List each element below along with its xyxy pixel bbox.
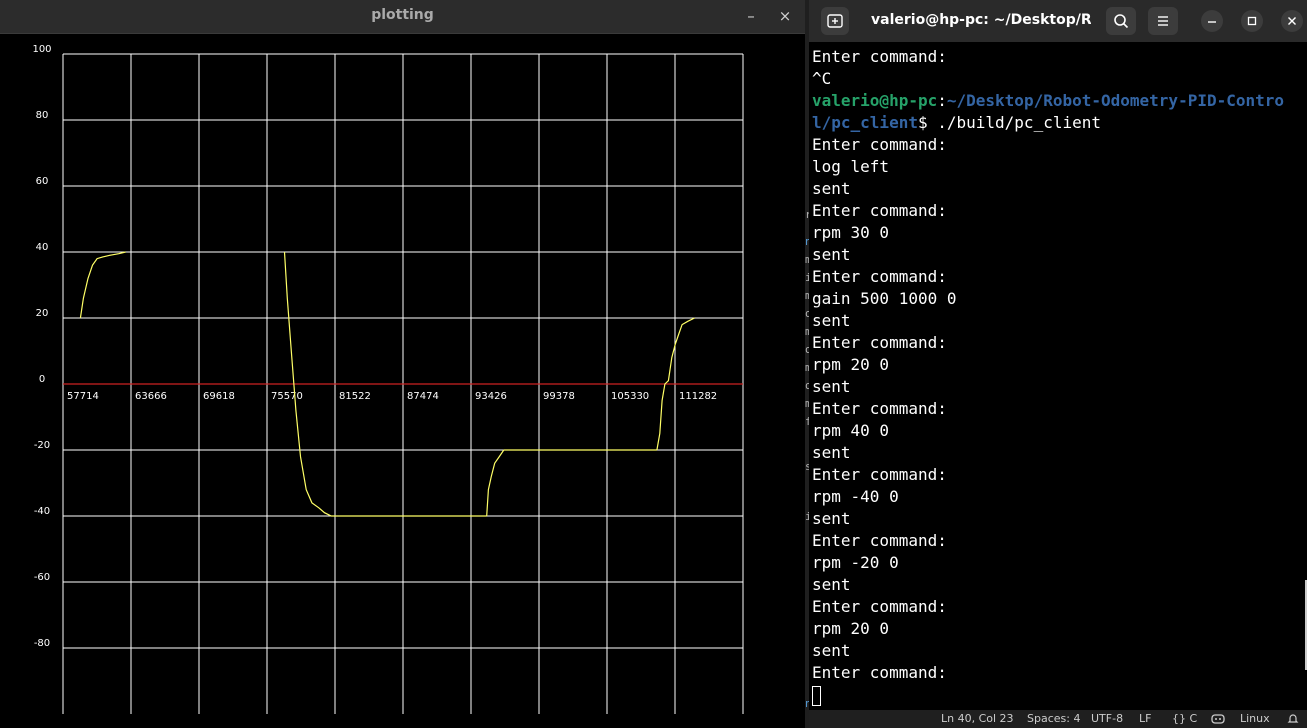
terminal-line: rpm -40 0 [812,487,899,506]
terminal-input-line[interactable] [812,684,1306,706]
terminal-line: sent [812,509,851,528]
terminal-maximize-button[interactable] [1241,10,1263,32]
x-tick-label: 111282 [679,391,717,402]
close-icon: × [778,7,792,25]
terminal-output[interactable]: Enter command: ^C valerio@hp-pc:~/Desktop… [812,46,1306,710]
y-tick-label: 40 [36,242,49,253]
terminal-line: Enter command: [812,201,947,220]
new-tab-icon [827,13,843,33]
status-eol[interactable]: LF [1139,710,1151,728]
y-tick-label: 60 [36,176,49,187]
terminal-line: rpm 30 0 [812,223,890,242]
search-icon [1113,14,1129,33]
terminal-line: Enter command: [812,597,947,616]
terminal-prompt-line: valerio@hp-pc:~/Desktop/Robot-Odometry-P… [812,91,1285,110]
terminal-line: sent [812,377,851,396]
y-tick-label: -80 [34,638,50,649]
minimize-button[interactable]: – [740,5,762,27]
terminal-prompt-line-cont: l/pc_client$ ./build/pc_client [812,112,1306,134]
menu-button[interactable] [1148,7,1178,35]
terminal-line: ^C [812,69,832,88]
terminal-line: Enter command: [812,47,947,66]
terminal-close-button[interactable] [1281,10,1303,32]
terminal-line: rpm 20 0 [812,619,890,638]
terminal-line: Enter command: [812,267,947,286]
y-tick-label: -20 [34,440,50,451]
terminal-line: sent [812,575,851,594]
terminal-line: Enter command: [812,333,947,352]
plot-window-title: plotting [371,7,434,23]
terminal-minimize-button[interactable] [1201,10,1223,32]
new-tab-button[interactable] [821,7,849,35]
status-language[interactable]: {} C [1172,710,1197,728]
close-button[interactable]: × [774,5,796,27]
terminal-title: valerio@hp-pc: ~/Desktop/R... [871,12,1091,28]
y-tick-label: -40 [34,506,50,517]
terminal-line: Enter command: [812,465,947,484]
terminal-headerbar[interactable]: valerio@hp-pc: ~/Desktop/R... [809,0,1307,42]
copilot-icon[interactable] [1211,710,1225,728]
y-tick-label: 20 [36,308,49,319]
series-line [79,251,126,319]
y-tick-label: 0 [39,374,45,385]
terminal-line: Enter command: [812,531,947,550]
terminal-line: log left [812,157,890,176]
status-cursor-position[interactable]: Ln 40, Col 23 [941,710,1014,728]
x-tick-label: 105330 [611,391,649,402]
terminal-line: rpm 40 0 [812,421,890,440]
terminal-line: Enter command: [812,135,947,154]
x-tick-label: 87474 [407,391,439,402]
prompt-path: ~/Desktop/Robot-Odometry-PID-Contro [946,91,1285,110]
terminal-line: rpm 20 0 [812,355,890,374]
plot-area: 100 80 60 40 20 0 -20 -40 -60 -80 57714 63666 69618 7… [0,34,805,728]
terminal-line: sent [812,443,851,462]
hamburger-menu-icon [1156,13,1170,32]
close-icon [1287,15,1297,29]
series-line [486,449,505,517]
plot-window: plotting – × 100 80 60 40 20 0 -20 -40 -60 -80 577… [0,0,805,728]
y-tick-label: -60 [34,572,50,583]
status-os[interactable]: Linux [1240,710,1270,728]
bell-icon[interactable] [1287,710,1299,728]
minimize-icon: – [747,7,755,25]
x-tick-label: 93426 [475,391,507,402]
x-tick-label: 75570 [271,391,303,402]
y-tick-label: 100 [32,44,51,55]
plot-titlebar[interactable]: plotting – × [0,0,805,34]
x-tick-label: 99378 [543,391,575,402]
terminal-line: gain 500 1000 0 [812,289,957,308]
terminal-window: valerio@hp-pc: ~/Desktop/R... Enter comm… [809,0,1307,710]
terminal-line: Enter command: [812,399,947,418]
terminal-line: sent [812,641,851,660]
editor-status-bar: Ln 40, Col 23 Spaces: 4 UTF-8 LF {} C Li… [809,710,1307,728]
y-tick-label: 80 [36,110,49,121]
prompt-path-cont: l/pc_client [812,113,918,132]
line-chart: 100 80 60 40 20 0 -20 -40 -60 -80 57714 63666 69618 7… [32,44,744,714]
status-encoding[interactable]: UTF-8 [1091,710,1123,728]
minimize-icon [1207,15,1217,29]
terminal-line: sent [812,311,851,330]
x-tick-label: 63666 [135,391,167,402]
maximize-icon [1247,15,1257,29]
prompt-user: valerio@hp-pc [812,91,938,110]
search-button[interactable] [1106,7,1136,35]
terminal-line: Enter command: [812,663,947,682]
terminal-line: sent [812,245,851,264]
x-tick-label: 57714 [67,391,99,402]
x-tick-label: 69618 [203,391,235,402]
terminal-cursor [812,685,821,706]
prompt-command: $ ./build/pc_client [917,113,1101,132]
terminal-line: sent [812,179,851,198]
status-indentation[interactable]: Spaces: 4 [1027,710,1080,728]
terminal-line: rpm -20 0 [812,553,899,572]
x-tick-label: 81522 [339,391,371,402]
